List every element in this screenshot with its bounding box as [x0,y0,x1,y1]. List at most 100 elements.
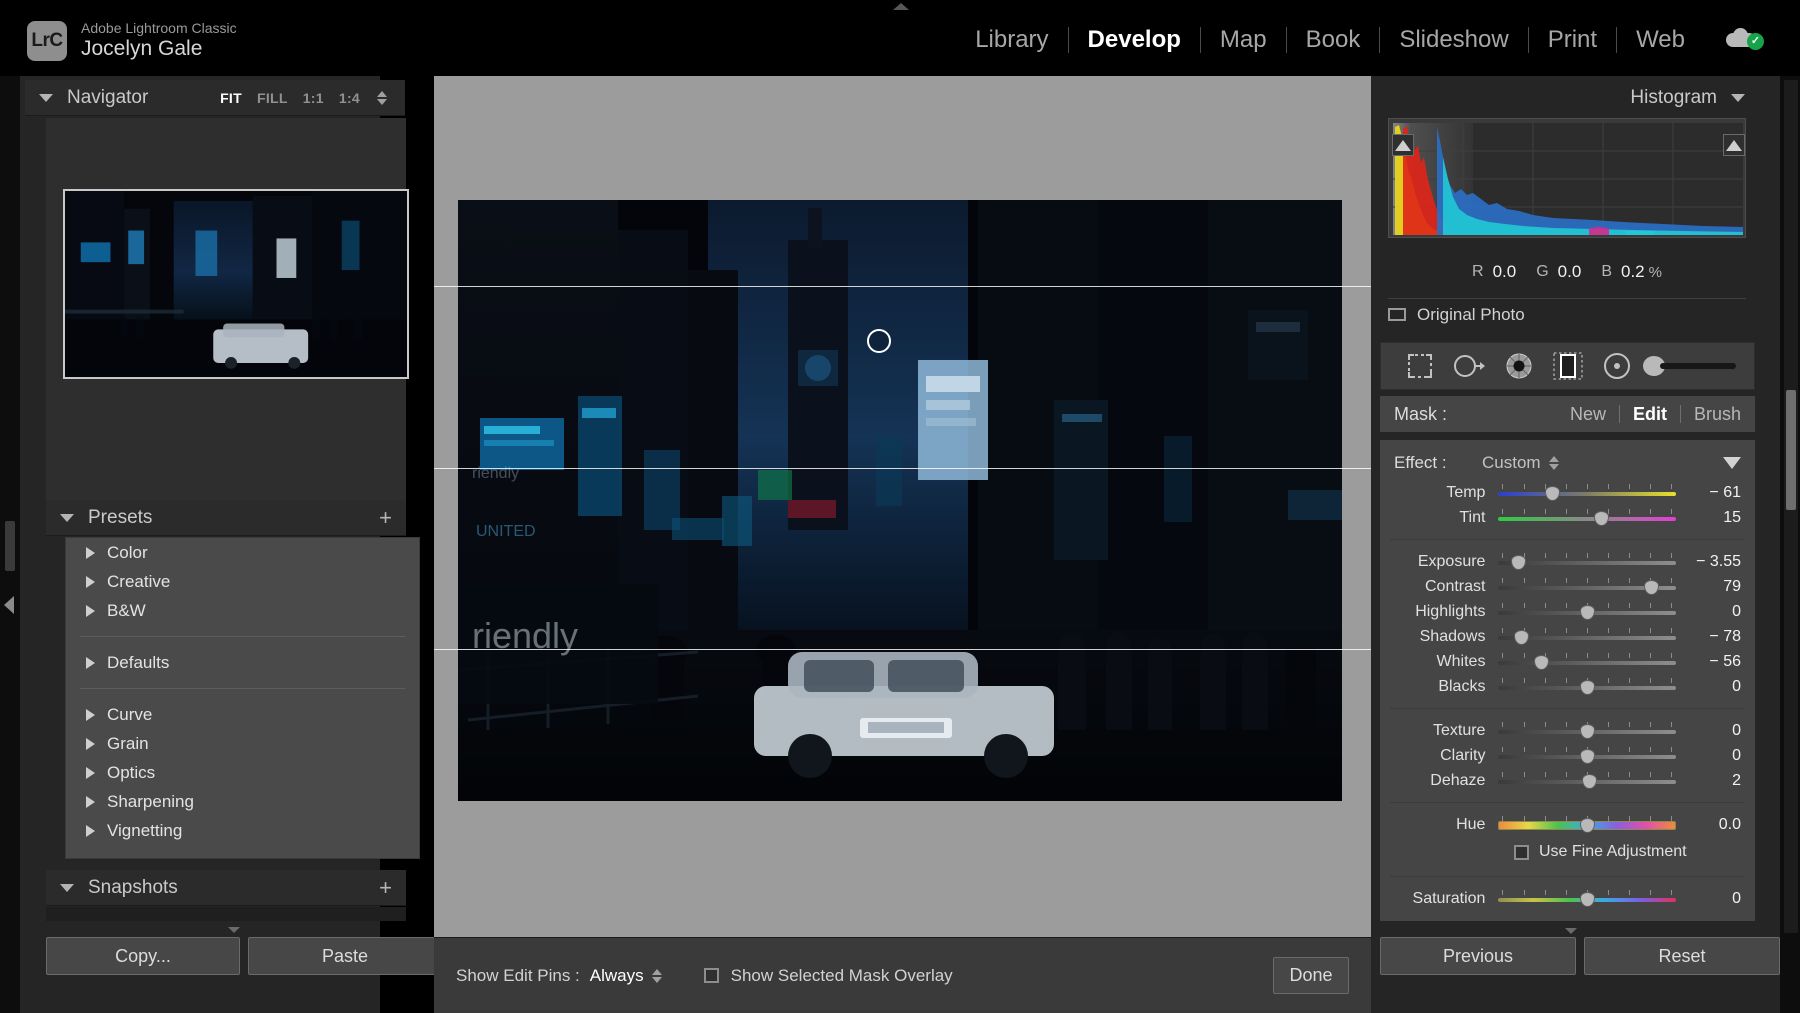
slider-track-temp[interactable] [1498,483,1677,503]
use-fine-adjustment-checkbox[interactable] [1514,844,1529,860]
chevron-down-icon[interactable] [1731,94,1745,102]
module-develop[interactable]: Develop [1069,26,1200,54]
effect-row[interactable]: Effect : Custom [1380,446,1755,480]
chevron-right-icon[interactable] [86,766,95,779]
slider-value-exposure[interactable]: − 3.55 [1675,553,1741,571]
chevron-right-icon[interactable] [86,824,95,837]
slider-knob-highlights[interactable] [1579,604,1595,620]
slider-track-texture[interactable] [1498,721,1677,741]
preset-group-vignetting[interactable]: Vignetting [66,816,419,845]
slider-value-temp[interactable]: − 61 [1675,484,1741,502]
slider-track-saturation[interactable] [1498,889,1677,909]
slider-track-hue[interactable] [1498,815,1677,835]
effect-expand-caret-icon[interactable] [1723,457,1741,469]
right-panel-scrollbar[interactable] [1784,80,1798,933]
slider-track-tint[interactable] [1498,508,1677,528]
paste-settings-button[interactable]: Paste [248,937,442,975]
masking-tool-icon[interactable] [1543,343,1592,389]
linear-gradient-guide-bottom[interactable] [434,649,1371,650]
slider-track-dehaze[interactable] [1498,771,1677,791]
left-panel-bottom-collapse-arrow[interactable] [228,927,240,933]
zoom-option-1-4[interactable]: 1:4 [339,90,360,106]
slider-value-blacks[interactable]: 0 [1675,678,1741,696]
slider-knob-exposure[interactable] [1510,554,1526,570]
cloud-sync-icon[interactable]: ✓ [1726,27,1764,53]
effect-value[interactable]: Custom [1482,453,1541,473]
edit-pin-handle[interactable] [867,329,891,353]
chevron-right-icon[interactable] [86,604,95,617]
show-edit-pins-stepper-icon[interactable] [651,968,662,983]
slider-knob-contrast[interactable] [1643,579,1659,595]
image-canvas[interactable]: riendly riendly UNITED [434,76,1371,937]
slider-value-texture[interactable]: 0 [1675,722,1741,740]
presets-header[interactable]: Presets + [46,500,406,536]
slider-knob-blacks[interactable] [1579,679,1595,695]
photo-preview[interactable]: riendly riendly UNITED [458,200,1342,801]
radial-gradient-tool-icon[interactable] [1593,343,1642,389]
mask-action-brush[interactable]: Brush [1694,404,1741,425]
chevron-right-icon[interactable] [86,737,95,750]
copy-settings-button[interactable]: Copy... [46,937,240,975]
slider-value-highlights[interactable]: 0 [1675,603,1741,621]
histogram-header[interactable]: Histogram [1371,80,1761,116]
effect-stepper-icon[interactable] [1548,456,1559,470]
slider-value-dehaze[interactable]: 2 [1675,772,1741,790]
slider-knob-hue[interactable] [1579,817,1595,833]
slider-value-saturation[interactable]: 0 [1675,890,1741,908]
slider-knob-temp[interactable] [1544,485,1560,501]
chevron-right-icon[interactable] [86,795,95,808]
highlight-clipping-indicator[interactable] [1723,134,1745,156]
slider-track-contrast[interactable] [1498,577,1677,597]
show-mask-overlay-checkbox[interactable] [703,968,719,983]
shadow-clipping-indicator[interactable] [1392,134,1414,156]
add-preset-button[interactable]: + [379,507,392,529]
show-edit-pins-value[interactable]: Always [590,966,644,986]
done-button[interactable]: Done [1273,957,1349,994]
preset-group-creative[interactable]: Creative [66,567,419,596]
original-photo-checkbox[interactable] [1388,308,1406,321]
preset-group-optics[interactable]: Optics [66,758,419,787]
slider-value-hue[interactable]: 0.0 [1675,816,1741,834]
module-book[interactable]: Book [1287,26,1380,54]
linear-gradient-guide-center[interactable] [434,468,1371,469]
top-panel-collapse-arrow[interactable] [893,3,909,10]
preset-group-sharpening[interactable]: Sharpening [66,787,419,816]
chevron-right-icon[interactable] [86,708,95,721]
slider-knob-dehaze[interactable] [1581,773,1597,789]
slider-value-shadows[interactable]: − 78 [1675,628,1741,646]
zoom-option-fit[interactable]: FIT [220,90,242,106]
slider-track-clarity[interactable] [1498,746,1677,766]
red-eye-tool-icon[interactable] [1494,343,1543,389]
zoom-option-fill[interactable]: FILL [257,90,288,106]
add-snapshot-button[interactable]: + [379,877,392,899]
slider-knob-saturation[interactable] [1579,891,1595,907]
chevron-right-icon[interactable] [86,546,95,559]
preset-group-grain[interactable]: Grain [66,729,419,758]
navigator-header[interactable]: Navigator FIT FILL 1:1 1:4 [25,80,405,116]
reset-button[interactable]: Reset [1584,937,1780,975]
slider-value-tint[interactable]: 15 [1675,509,1741,527]
preset-group-curve[interactable]: Curve [66,700,419,729]
module-slideshow[interactable]: Slideshow [1380,26,1527,54]
brush-tool-icon[interactable] [1642,343,1740,389]
module-library[interactable]: Library [956,26,1067,54]
slider-knob-whites[interactable] [1533,654,1549,670]
slider-knob-texture[interactable] [1579,723,1595,739]
module-print[interactable]: Print [1529,26,1616,54]
slider-track-shadows[interactable] [1498,627,1677,647]
chevron-right-icon[interactable] [86,656,95,669]
spot-removal-tool-icon[interactable] [1444,343,1493,389]
preset-group-b-w[interactable]: B&W [66,596,419,625]
previous-button[interactable]: Previous [1380,937,1576,975]
module-web[interactable]: Web [1617,26,1704,54]
chevron-right-icon[interactable] [86,575,95,588]
snapshots-header[interactable]: Snapshots + [46,870,406,906]
slider-value-contrast[interactable]: 79 [1675,578,1741,596]
slider-track-whites[interactable] [1498,652,1677,672]
module-map[interactable]: Map [1201,26,1286,54]
mask-action-edit[interactable]: Edit [1633,404,1667,425]
scrollbar-thumb[interactable] [1786,390,1796,510]
slider-track-highlights[interactable] [1498,602,1677,622]
right-panel-bottom-collapse-arrow[interactable] [1565,928,1577,934]
preset-group-color[interactable]: Color [66,538,419,567]
